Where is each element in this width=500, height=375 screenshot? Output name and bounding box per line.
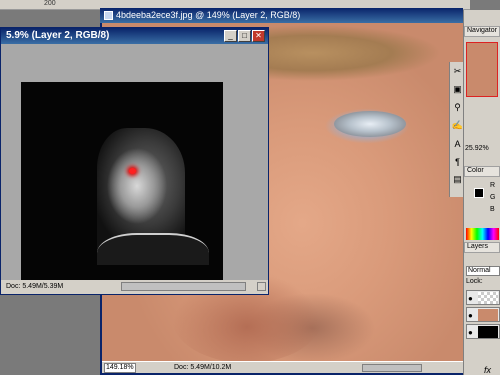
eye-icon[interactable]: ●	[468, 311, 473, 320]
layer-thumbnail	[478, 292, 498, 304]
small-document-statusbar: Doc: 5.49M/5.39M	[1, 280, 268, 293]
layer-row[interactable]: ●	[466, 324, 500, 339]
document-icon	[104, 11, 113, 20]
lock-label: Lock:	[466, 278, 483, 285]
blend-mode-select[interactable]: Normal	[466, 266, 500, 276]
close-button[interactable]: ✕	[252, 30, 265, 42]
color-channel-r: R	[490, 182, 496, 189]
color-channel-g: G	[490, 194, 496, 201]
fx-icon[interactable]: fx	[484, 365, 491, 375]
eye-icon[interactable]: ●	[468, 328, 473, 337]
small-document-window[interactable]: 5.9% (Layer 2, RGB/8) _ □ ✕ Doc: 5.49M/5…	[0, 27, 269, 295]
layers-tab[interactable]: Layers	[464, 242, 500, 253]
navigator-tab[interactable]: Navigator	[464, 26, 500, 37]
navigator-zoom-value[interactable]: 25.92%	[465, 145, 489, 152]
glowing-red-eye	[129, 168, 136, 174]
main-document-titlebar[interactable]: 4bdeeba2ece3f.jpg @ 149% (Layer 2, RGB/8…	[100, 8, 463, 23]
ruler-tick-label: 200	[44, 0, 56, 7]
eye-icon[interactable]: ●	[468, 294, 473, 303]
layer-row[interactable]: ●	[466, 290, 500, 305]
right-palette-dock: Navigator 25.92% Color R G B Layers Norm…	[463, 10, 500, 375]
layer-row[interactable]: ●	[466, 307, 500, 322]
palette-tool-strip: ✂ ▣ ⚲ ✍ A ¶ ▤	[449, 62, 464, 197]
minimize-button[interactable]: _	[224, 30, 237, 42]
color-ramp[interactable]	[466, 228, 499, 240]
slice-icon[interactable]: ▣	[452, 84, 463, 95]
color-tab[interactable]: Color	[464, 166, 500, 177]
layer-thumbnail	[478, 326, 498, 338]
resize-grip-icon[interactable]	[257, 282, 266, 291]
main-document-statusbar: 149.18% Doc: 5.49M/10.2M	[102, 361, 463, 373]
color-channel-b: B	[490, 206, 495, 213]
small-doc-size-label: Doc: 5.49M/5.39M	[6, 283, 64, 290]
small-horizontal-scrollbar[interactable]	[121, 282, 246, 291]
portrait-shoulders	[97, 233, 209, 265]
maximize-button[interactable]: □	[238, 30, 251, 42]
paragraph-icon[interactable]: ¶	[452, 156, 463, 167]
eye-highlight	[334, 111, 406, 137]
character-icon[interactable]: A	[452, 138, 463, 149]
color-foreground-swatch[interactable]	[474, 188, 484, 198]
layer-comps-icon[interactable]: ▤	[452, 174, 463, 185]
small-document-title: 5.9% (Layer 2, RGB/8)	[6, 30, 110, 41]
navigator-thumbnail[interactable]	[466, 42, 498, 97]
horizontal-scrollbar[interactable]	[362, 364, 422, 372]
doc-size-label: Doc: 5.49M/10.2M	[174, 364, 232, 371]
layer-thumbnail	[478, 309, 498, 321]
zoom-field[interactable]: 149.18%	[104, 363, 136, 373]
pen-icon[interactable]: ✍	[452, 120, 463, 131]
crop-icon[interactable]: ✂	[452, 66, 463, 77]
main-document-title: 4bdeeba2ece3f.jpg @ 149% (Layer 2, RGB/8…	[116, 10, 301, 20]
pin-icon[interactable]: ⚲	[452, 102, 463, 113]
